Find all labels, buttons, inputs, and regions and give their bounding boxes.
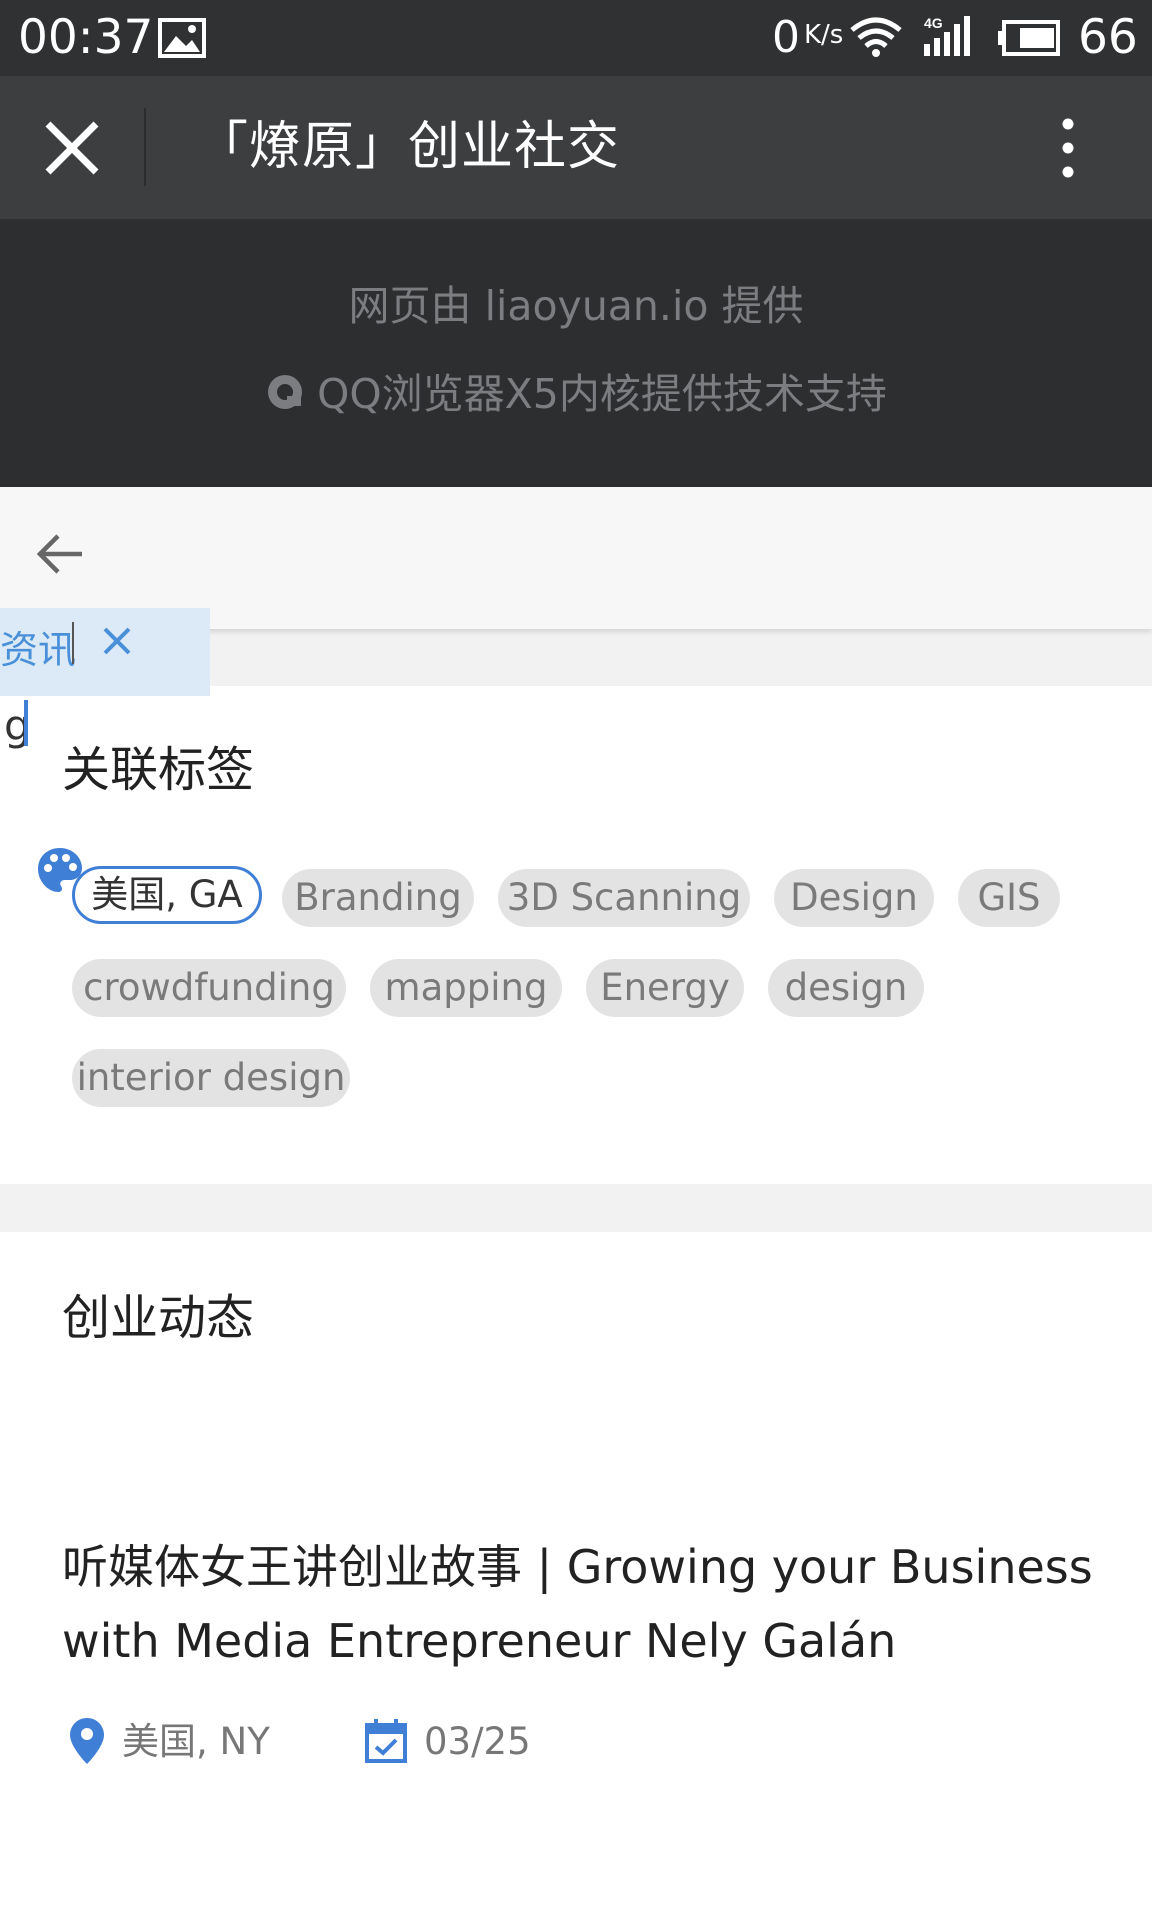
startup-news-card: 创业动态 听媒体女王讲创业故事 | Growing your Business … (0, 1232, 1152, 1920)
calendar-icon (365, 1719, 407, 1763)
related-tags-card: g 关联标签 美国, GA Branding 3D Scanning Desig… (0, 686, 1152, 1184)
news-item-date: 03/25 (424, 1720, 531, 1763)
image-icon (158, 18, 206, 58)
title-bar: 「燎原」创业社交 (0, 76, 1152, 219)
tag-chip[interactable]: crowdfunding (72, 959, 346, 1017)
more-vertical-icon[interactable] (1048, 114, 1088, 182)
net-speed: 0 (772, 12, 800, 63)
qq-browser-icon (268, 375, 303, 409)
close-icon[interactable] (38, 114, 106, 182)
status-time: 00:37 (18, 10, 154, 65)
tag-chip[interactable]: Branding (282, 869, 474, 927)
provider-strip: 网页由 liaoyuan.io 提供 QQ浏览器X5内核提供技术支持 (0, 219, 1152, 487)
provider-text: 网页由 liaoyuan.io 提供 (348, 282, 804, 330)
location-pin-icon (70, 1718, 104, 1764)
tag-chip[interactable]: mapping (370, 959, 562, 1017)
news-item-location: 美国, NY (122, 1720, 270, 1763)
title-divider (144, 108, 146, 186)
back-arrow-icon[interactable] (34, 527, 88, 581)
related-tags-title: 关联标签 (62, 742, 255, 798)
tag-chip[interactable]: 美国, GA (72, 866, 262, 924)
page-title: 「燎原」创业社交 (196, 117, 621, 177)
selected-text: 资讯 (0, 628, 77, 672)
startup-news-title: 创业动态 (62, 1290, 255, 1346)
tag-chip[interactable]: Energy (586, 959, 744, 1017)
svg-text:4G: 4G (924, 15, 943, 31)
status-bar: 00:37 0 K/s 4G 66 (0, 0, 1152, 76)
tag-chip[interactable]: GIS (958, 869, 1060, 927)
close-icon[interactable] (102, 626, 132, 656)
net-speed-unit: K/s (804, 20, 844, 50)
signal-4g-icon: 4G (924, 15, 970, 56)
x5-support-label: QQ浏览器X5内核提供技术支持 (317, 370, 887, 418)
tag-chip[interactable]: interior design (72, 1049, 350, 1107)
news-item-title[interactable]: 听媒体女王讲创业故事 | Growing your Business with … (62, 1530, 1102, 1678)
tag-chip[interactable]: 3D Scanning (498, 869, 750, 927)
battery-level: 66 (1078, 10, 1138, 65)
wifi-icon (850, 17, 902, 57)
text-cursor (24, 700, 28, 746)
tag-chip[interactable]: design (768, 959, 924, 1017)
battery-icon (998, 20, 1060, 56)
selection-cursor (72, 622, 74, 664)
tag-chip[interactable]: Design (774, 869, 934, 927)
x5-support-text: QQ浏览器X5内核提供技术支持 (0, 369, 1152, 419)
